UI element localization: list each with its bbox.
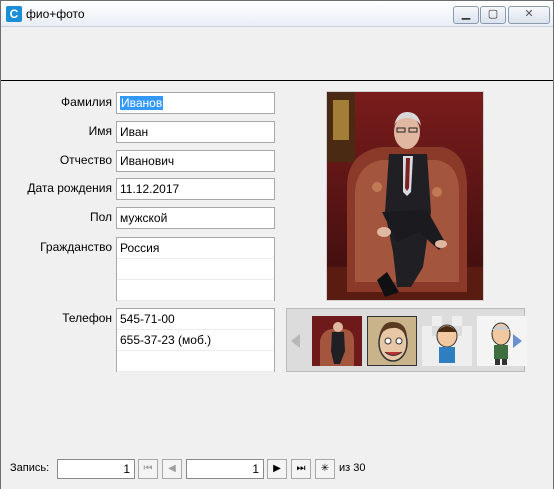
patronymic-label: Отчество [59,153,112,167]
header-area [1,28,553,80]
gender-label: Пол [89,210,112,224]
lastname-field[interactable]: Иванов [116,92,275,114]
phone-row[interactable] [117,351,274,372]
thumbnail-2[interactable] [367,316,417,366]
app-window: C фио+фото ▁ ▢ ✕ Фамилия Иванов Имя Иван… [0,0,554,489]
citizenship-row[interactable] [117,259,274,280]
phone-list[interactable]: 545-71-00 655-37-23 (моб.) [116,308,275,372]
person-photo[interactable] [326,91,484,301]
maximize-button[interactable]: ▢ [480,6,506,24]
scroll-right-icon[interactable] [513,334,522,348]
phone-row[interactable]: 545-71-00 [117,309,274,330]
lastname-label: Фамилия [61,95,112,109]
window-title: фио+фото [26,7,85,21]
thumbnail-portrait-image [312,316,362,366]
current-record-input[interactable]: 1 [186,459,264,479]
patronymic-field[interactable]: Иванович [116,150,275,172]
firstname-field[interactable]: Иван [116,121,275,143]
lastname-value: Иванов [120,96,164,110]
new-record-button[interactable]: ✳ [315,459,335,479]
thumbnail-cartoon-image [422,316,472,366]
close-button[interactable]: ✕ [508,6,550,24]
app-icon: C [6,6,22,22]
photo-strip [286,308,527,372]
prev-record-button[interactable]: ◀ [162,459,182,479]
citizenship-row[interactable] [117,280,274,301]
header-divider [1,80,553,81]
portrait-image [327,92,483,300]
birthdate-label: Дата рождения [27,181,112,195]
phone-label: Телефон [62,311,112,325]
citizenship-row[interactable]: Россия [117,238,274,259]
first-record-button[interactable]: ⏮ [138,459,158,479]
phone-row[interactable]: 655-37-23 (моб.) [117,330,274,351]
record-label: Запись: [10,462,50,474]
firstname-label: Имя [88,124,112,138]
gender-field[interactable]: мужской [116,207,275,229]
last-record-button[interactable]: ⏭ [291,459,311,479]
thumbnail-caricature-image [368,317,416,365]
thumbnail-3[interactable] [422,316,472,366]
scroll-left-icon[interactable] [291,334,300,348]
record-number-input[interactable]: 1 [57,459,135,479]
citizenship-list[interactable]: Россия [116,237,275,301]
minimize-button[interactable]: ▁ [453,6,479,24]
record-total: из 30 [339,462,366,474]
thumbnail-1[interactable] [312,316,362,366]
citizenship-label: Гражданство [40,240,112,254]
next-record-button[interactable]: ▶ [267,459,287,479]
title-bar: C фио+фото ▁ ▢ ✕ [1,1,553,27]
birthdate-field[interactable]: 11.12.2017 [116,178,275,200]
